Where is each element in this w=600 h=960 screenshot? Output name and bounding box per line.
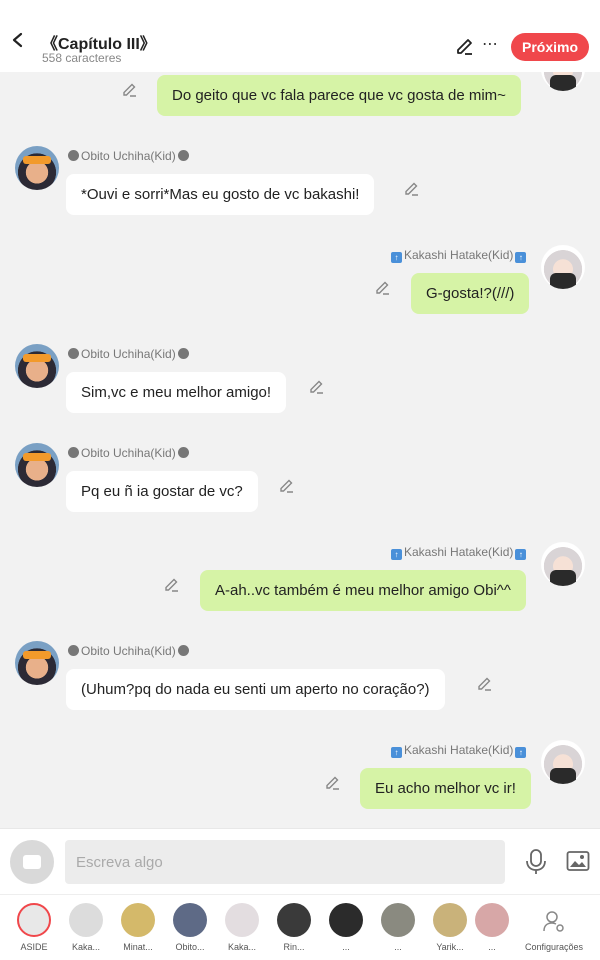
character-avatar [329,903,363,937]
character-aside[interactable]: ASIDE [8,901,60,957]
character-item[interactable]: Kaka... [216,901,268,957]
chat-area: Do geito que vc fala parece que vc gosta… [0,72,600,828]
character-avatar [173,903,207,937]
kakashi-avatar[interactable] [541,542,585,586]
message-bubble[interactable]: Eu acho melhor vc ir! [360,768,531,809]
message-bubble[interactable]: Pq eu ñ ia gostar de vc? [66,471,258,512]
author-name: Obito Uchiha(Kid) [66,347,191,361]
character-item[interactable]: ... [320,901,372,957]
message-bubble[interactable]: A-ah..vc também é meu melhor amigo Obi^^ [200,570,526,611]
edit-message-icon[interactable] [278,477,296,495]
character-count: 558 caracteres [42,51,122,65]
chat-menu-icon[interactable] [10,840,54,884]
character-item[interactable]: ... [466,901,518,957]
author-name: Obito Uchiha(Kid) [66,644,191,658]
author-name: Obito Uchiha(Kid) [66,446,191,460]
message-input-bar [0,828,600,894]
character-item[interactable]: ... [372,901,424,957]
edit-message-icon[interactable] [324,774,342,792]
character-selector: ASIDE Kaka... Minat... Obito... Kaka... … [0,894,600,960]
edit-pencil-icon[interactable] [454,36,476,58]
settings-icon [543,911,564,932]
character-item[interactable]: Obito... [164,901,216,957]
more-options-icon[interactable]: ⋯ [482,36,504,58]
edit-message-icon[interactable] [121,81,139,99]
author-name: Obito Uchiha(Kid) [66,149,191,163]
obito-avatar[interactable] [15,443,59,487]
image-upload-icon[interactable] [566,850,590,872]
message-bubble[interactable]: *Ouvi e sorri*Mas eu gosto de vc bakashi… [66,174,375,215]
character-item[interactable]: Minat... [112,901,164,957]
edit-message-icon[interactable] [476,675,494,693]
chapter-header: 《Capítulo III》 558 caracteres ⋯ Próximo [0,0,600,72]
kakashi-avatar[interactable] [541,740,585,784]
message-input[interactable] [65,840,505,884]
character-item[interactable]: Rin... [268,901,320,957]
character-avatar [225,903,259,937]
author-name: ↑ Kakashi Hatake(Kid) ↑ [389,248,528,263]
obito-avatar[interactable] [15,146,59,190]
message-bubble[interactable]: G-gosta!?(///) [411,273,530,314]
back-arrow-icon[interactable] [8,30,28,50]
message-bubble[interactable]: (Uhum?pq do nada eu senti um aperto no c… [66,669,445,710]
next-chapter-button[interactable]: Próximo [511,33,589,61]
message-bubble[interactable]: Sim,vc e meu melhor amigo! [66,372,287,413]
edit-message-icon[interactable] [403,180,421,198]
kakashi-avatar[interactable] [541,245,585,289]
character-item[interactable]: Kaka... [60,901,112,957]
character-avatar [277,903,311,937]
character-avatar [69,903,103,937]
author-name: ↑ Kakashi Hatake(Kid) ↑ [389,545,528,560]
obito-avatar[interactable] [15,641,59,685]
kakashi-avatar[interactable] [541,72,585,91]
aside-avatar [17,903,51,937]
character-avatar [475,903,509,937]
edit-message-icon[interactable] [374,279,392,297]
microphone-icon[interactable] [524,848,548,876]
edit-message-icon[interactable] [308,378,326,396]
settings-button[interactable]: Configurações [518,901,590,957]
character-avatar [433,903,467,937]
message-bubble[interactable]: Do geito que vc fala parece que vc gosta… [157,75,521,116]
character-avatar [121,903,155,937]
obito-avatar[interactable] [15,344,59,388]
author-name: ↑ Kakashi Hatake(Kid) ↑ [389,743,528,758]
character-avatar [381,903,415,937]
edit-message-icon[interactable] [163,576,181,594]
